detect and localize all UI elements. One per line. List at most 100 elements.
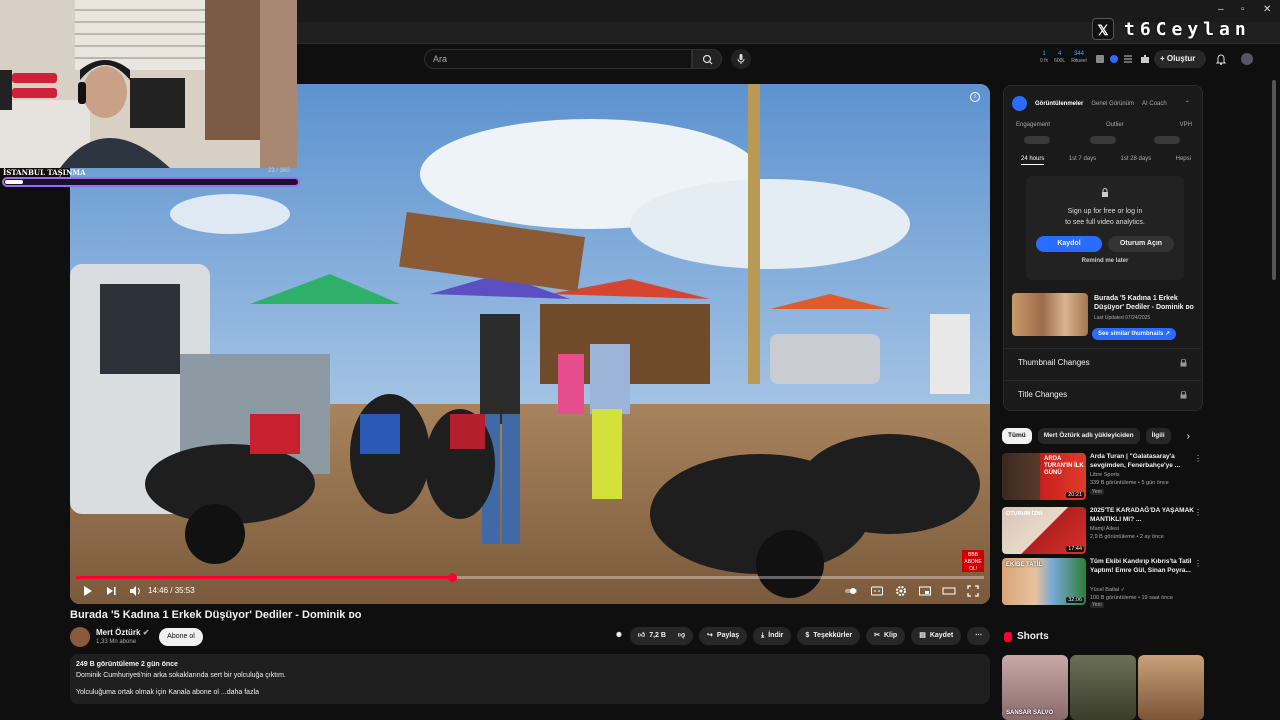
more-actions-button[interactable]: ⋯ (967, 627, 991, 645)
recommended-video[interactable]: ARDA TURAN'IN İLK GÜNÜ 20:21 Arda Turan … (1002, 453, 1202, 501)
panel-video-title: Burada '5 Kadına 1 Erkek Düşüyor' Dedile… (1094, 295, 1194, 311)
minimize-button[interactable]: – (1218, 4, 1224, 15)
voice-search-button[interactable] (731, 49, 751, 69)
fullscreen-icon[interactable] (966, 584, 980, 598)
channel-name[interactable]: Mert Öztürk ✔ (96, 628, 149, 637)
more-vert-icon[interactable]: ⋮ (1194, 559, 1202, 568)
chevron-right-icon[interactable]: › (1187, 431, 1190, 442)
progress-bar[interactable] (76, 573, 984, 582)
short-card[interactable] (1070, 655, 1136, 720)
range-24h[interactable]: 24 hours (1021, 156, 1045, 165)
bookmark-icon: ▤ (919, 632, 926, 639)
info-icon[interactable]: i (970, 92, 980, 102)
row-label: Thumbnail Changes (1018, 358, 1090, 367)
subtitles-icon[interactable] (870, 584, 884, 598)
share-button[interactable]: ↪ Paylaş (699, 627, 748, 645)
collapse-icon[interactable]: ⌃ (1185, 100, 1190, 107)
share-label: Paylaş (716, 632, 740, 639)
description-line: Yolculuğuma ortak olmak için Kanala abon… (76, 689, 260, 696)
video-duration: 17:44 (1066, 546, 1084, 552)
tab-ai-coach[interactable]: AI Coach (1142, 101, 1167, 107)
description-box[interactable]: 249 B görüntüleme 2 gün önce Dominik Cum… (70, 654, 990, 704)
more-vert-icon[interactable]: ⋮ (1194, 508, 1202, 517)
metric-labels: Engagement Outlier VPH (1016, 122, 1192, 128)
recommended-channel: Mamjl Ailesi (1090, 526, 1120, 532)
video-actions: ✺ 👍︎ 7,2 B 👎︎ ↪ Paylaş ⤓ İndir $ Teşekkürler … (614, 627, 991, 645)
page-scrollbar[interactable] (1272, 80, 1276, 280)
create-button[interactable]: + Oluştur (1154, 50, 1206, 68)
recommended-thumbnail[interactable]: ARDA TURAN'IN İLK GÜNÜ 20:21 (1002, 453, 1086, 500)
chip-uploader[interactable]: Mert Öztürk adlı yükleyiciden (1037, 428, 1140, 444)
settings-gear-icon[interactable] (894, 584, 908, 598)
dislike-icon[interactable]: 👎︎ (678, 627, 685, 645)
notifications-icon[interactable] (1214, 52, 1228, 66)
login-button[interactable]: Oturum Açın (1108, 236, 1174, 252)
channel-name-text: Mert Öztürk (96, 628, 141, 637)
tab-views[interactable]: Görüntülenmeler (1035, 101, 1083, 107)
theater-mode-icon[interactable] (942, 584, 956, 598)
stat-label: 600L (1054, 58, 1066, 64)
recommended-meta: 2,9 B görüntüleme • 2 ay önce (1090, 534, 1164, 540)
extension-icon[interactable] (1094, 53, 1106, 65)
maximize-button[interactable]: ▫ (1241, 4, 1245, 15)
webcam-feed-image (0, 0, 297, 168)
video-duration: 20:21 (1066, 492, 1084, 498)
clip-button[interactable]: ✂ Klip (866, 627, 906, 645)
goal-progress-fill (5, 180, 23, 184)
next-icon[interactable] (104, 584, 118, 598)
similar-thumbnails-button[interactable]: See similar thumbnails ↗ (1092, 328, 1177, 340)
range-all[interactable]: Hepsi (1176, 156, 1191, 165)
thanks-label: Teşekkürler (813, 632, 853, 639)
stat-item: 10 fx (1040, 51, 1048, 65)
title-changes-row[interactable]: Title Changes (1005, 380, 1201, 408)
panel-tabs: Görüntülenmeler Genel Görünüm AI Coach ⌃ (1012, 96, 1190, 111)
like-button[interactable]: 👍︎ 7,2 B 👎︎ (629, 627, 694, 645)
metric-label: VPH (1179, 122, 1192, 128)
more-vert-icon[interactable]: ⋮ (1194, 454, 1202, 463)
save-button[interactable]: ▤ Kaydet (911, 627, 962, 645)
volume-icon[interactable] (128, 584, 142, 598)
like-count: 7,2 B (649, 632, 666, 639)
short-card[interactable] (1138, 655, 1204, 720)
miniplayer-icon[interactable] (918, 584, 932, 598)
search-button[interactable] (692, 49, 722, 69)
stat-label: 0 fx (1040, 58, 1049, 64)
recommended-thumbnail[interactable]: OTURUM İZNİ 17:44 (1002, 507, 1086, 554)
recommended-thumbnail[interactable]: EKİBE TATİL 32:06 (1002, 558, 1086, 605)
chip-all[interactable]: Tümü (1002, 428, 1032, 444)
blurred-metric (1154, 136, 1180, 144)
play-icon[interactable] (80, 584, 94, 598)
webcam-overlay (0, 0, 297, 168)
close-button[interactable]: ✕ (1263, 4, 1271, 15)
recommended-channel: Libre Sports (1090, 472, 1120, 478)
description-stats: 249 B görüntüleme 2 gün önce (76, 661, 178, 668)
short-card[interactable]: SANSAR SALVO (1002, 655, 1068, 720)
autoplay-toggle-icon[interactable] (844, 584, 858, 598)
menu-icon[interactable] (1122, 53, 1134, 65)
video-duration: 32:06 (1066, 597, 1084, 603)
puzzle-icon[interactable] (1139, 53, 1151, 65)
channel-avatar[interactable] (70, 627, 90, 647)
range-7d[interactable]: 1st 7 days (1069, 156, 1096, 165)
recommended-video[interactable]: EKİBE TATİL 32:06 Tüm Ekibi Kandırıp Kıb… (1002, 558, 1202, 608)
recommended-video[interactable]: OTURUM İZNİ 17:44 2025'TE KARADAĞ'DA YAŞ… (1002, 507, 1202, 555)
thanks-button[interactable]: $ Teşekkürler (797, 627, 861, 645)
subscribe-badge-overlay: BBB ABONE OL! (962, 550, 984, 572)
download-button[interactable]: ⤓ İndir (753, 627, 792, 645)
search-input[interactable]: Ara (424, 49, 692, 69)
subscribe-button[interactable]: Abone ol (159, 628, 203, 646)
chip-related[interactable]: İlgili (1145, 428, 1171, 444)
tab-overview[interactable]: Genel Görünüm (1091, 101, 1134, 107)
account-avatar[interactable] (1241, 53, 1253, 65)
register-button[interactable]: Kaydol (1036, 236, 1102, 252)
remind-later-link[interactable]: Remind me later (1026, 258, 1184, 264)
range-28d[interactable]: 1st 28 days (1121, 156, 1152, 165)
video-thumbnail[interactable] (1012, 293, 1088, 336)
x-logo-icon: 𝕏 (1092, 18, 1114, 40)
thumbnail-text: OTURUM İZNİ (1006, 511, 1043, 517)
goal-count: 23 / 360 (268, 168, 290, 174)
extension-icon[interactable] (1108, 53, 1120, 65)
thumbnail-changes-row[interactable]: Thumbnail Changes (1005, 348, 1201, 376)
extension-action-button[interactable]: ✺ (614, 627, 624, 645)
signup-text: Sign up for free or log in (1067, 208, 1143, 215)
